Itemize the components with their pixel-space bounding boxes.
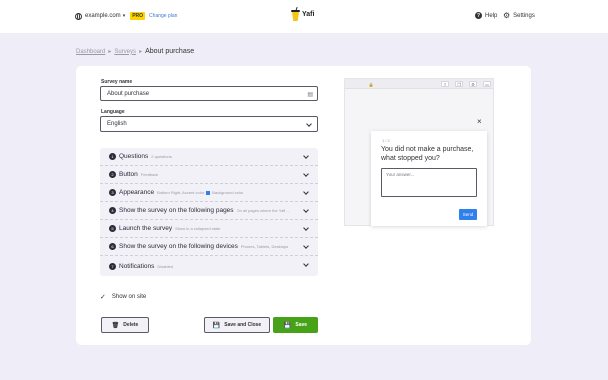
section-title: Show the survey on the following pages [119, 207, 234, 214]
show-on-site-toggle[interactable]: ✓ Show on site [100, 293, 146, 301]
delete-button[interactable]: 🗑 Delete [101, 317, 149, 333]
survey-popup: 1 / 2 You did not make a purchase, what … [371, 131, 487, 226]
section-title: Notifications [119, 262, 155, 270]
gear-icon: ⚙ [503, 11, 511, 20]
close-icon[interactable]: × [477, 118, 482, 126]
section-questions[interactable]: 1 Questions 2 questions [100, 148, 318, 166]
section-number: 3 [109, 189, 116, 196]
section-number: 7 [109, 262, 116, 270]
globe-icon [75, 12, 82, 20]
floppy-disk-icon: 💾 [283, 322, 292, 329]
site-selector[interactable]: example.com ▾ PRO Change plan [75, 11, 177, 21]
section-number: 5 [109, 225, 116, 232]
section-devices[interactable]: 6 Show the survey on the following devic… [100, 238, 318, 256]
help-icon: ? [475, 12, 482, 19]
breadcrumb-separator-icon: ▸ [139, 49, 143, 55]
survey-name-value: About purchase [107, 90, 150, 97]
chevron-down-icon [303, 153, 309, 159]
save-button[interactable]: 💾 Save [273, 317, 318, 333]
cup-logo-icon [291, 6, 300, 21]
section-title: Appearance [119, 189, 155, 196]
section-summary: Bottom Right, Accent color Background col… [157, 190, 244, 195]
card-icon: ▤ [307, 92, 313, 98]
chevron-down-icon: ▾ [122, 13, 126, 19]
section-title: Questions [119, 153, 149, 160]
survey-name-label: Survey name [101, 79, 133, 85]
language-select[interactable]: English [100, 116, 318, 132]
section-number: 4 [109, 207, 116, 214]
section-title: Show the survey on the following devices [119, 243, 238, 250]
section-summary: 2 questions [151, 154, 172, 159]
save-and-close-label: Save and Close [224, 322, 262, 328]
chevron-down-icon [303, 261, 309, 267]
top-bar: example.com ▾ PRO Change plan Yafi ? Hel… [0, 0, 608, 33]
chevron-down-icon [303, 207, 309, 213]
breadcrumb: Dashboard ▸ Surveys ▸ About purchase [76, 48, 194, 55]
logo-text: Yafi [302, 11, 315, 18]
chevron-down-icon [303, 171, 309, 177]
tabs-icon: ❐ [455, 81, 463, 87]
color-swatch [206, 190, 211, 195]
preview-browser-bar: 🔒 ⇪ ❐ ⚙ ▭ [345, 79, 493, 89]
breadcrumb-separator-icon: ▸ [108, 49, 112, 55]
help-link[interactable]: ? Help [475, 12, 497, 19]
chevron-down-icon [303, 189, 309, 195]
plan-badge: PRO [130, 12, 146, 20]
chevron-down-icon [303, 243, 309, 249]
section-button[interactable]: 2 Button Feedback [100, 166, 318, 184]
delete-label: Delete [123, 322, 139, 328]
change-plan-link[interactable]: Change plan [149, 13, 177, 19]
breadcrumb-dashboard[interactable]: Dashboard [76, 49, 105, 55]
question-text: You did not make a purchase, what stoppe… [381, 146, 474, 162]
section-notifications[interactable]: 7 Notifications Disabled [100, 256, 318, 276]
share-icon: ⇪ [441, 81, 449, 87]
section-summary: Disabled [157, 263, 173, 269]
breadcrumb-surveys[interactable]: Surveys [114, 49, 136, 55]
language-label: Language [101, 109, 125, 115]
page-title: About purchase [145, 48, 195, 55]
section-number: 1 [109, 153, 116, 160]
answer-textarea[interactable]: Your answer... [381, 168, 477, 197]
lock-icon: 🔒 [368, 81, 374, 87]
section-summary: Phones, Tablets, Desktops [240, 244, 289, 249]
chevron-down-icon [303, 225, 309, 231]
settings-accordion: 1 Questions 2 questions 2 Button Feedbac… [100, 148, 318, 276]
section-pages[interactable]: 4 Show the survey on the following pages… [100, 202, 318, 220]
save-label: Save [295, 322, 308, 328]
section-summary: On all pages where the Yafi ... [236, 208, 290, 213]
help-label: Help [485, 12, 498, 19]
question-counter: 1 / 2 [382, 138, 390, 143]
checkmark-icon: ✓ [100, 294, 106, 301]
section-appearance[interactable]: 3 Appearance Bottom Right, Accent color B… [100, 184, 318, 202]
section-summary: Feedback [140, 172, 159, 177]
site-name: example.com [85, 13, 121, 19]
language-value: English [107, 121, 127, 127]
save-and-close-button[interactable]: 💾 Save and Close [204, 317, 270, 333]
floppy-disk-icon: 💾 [212, 322, 221, 329]
section-title: Button [119, 171, 138, 178]
section-summary: Show in a collapsed state [175, 226, 221, 231]
chevron-down-icon [306, 121, 312, 127]
trash-icon: 🗑 [111, 322, 120, 329]
show-on-site-label: Show on site [111, 294, 147, 300]
section-launch[interactable]: 5 Launch the survey Show in a collapsed … [100, 220, 318, 238]
section-number: 2 [109, 171, 116, 178]
survey-name-input[interactable]: About purchase ▤ [100, 86, 318, 101]
section-number: 6 [109, 243, 116, 250]
settings-link[interactable]: ⚙ Settings [503, 11, 535, 20]
settings-label: Settings [513, 12, 535, 19]
window-icon: ▭ [483, 81, 491, 87]
app-logo[interactable]: Yafi [291, 6, 315, 21]
gear-icon: ⚙ [469, 81, 477, 87]
section-title: Launch the survey [119, 225, 173, 232]
send-button[interactable]: Send [459, 209, 477, 220]
